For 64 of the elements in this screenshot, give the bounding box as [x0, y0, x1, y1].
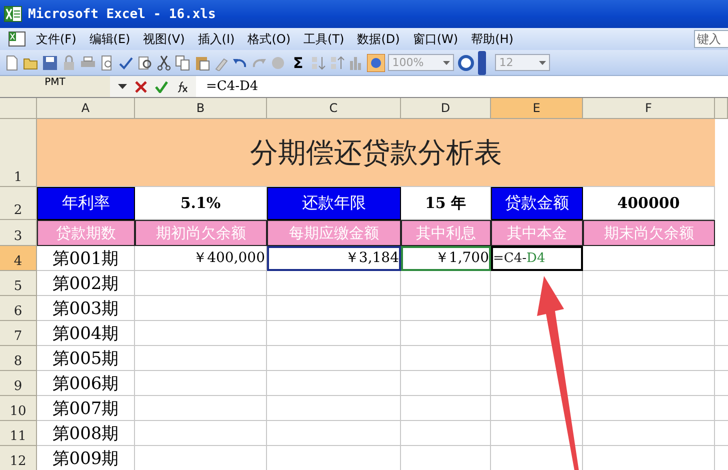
sheet-title: 分期偿还贷款分析表 [37, 119, 715, 187]
drawing-tool-icon[interactable] [367, 54, 386, 72]
row-header[interactable]: 8 [0, 346, 37, 371]
sort-descending-icon[interactable] [329, 54, 346, 70]
menu-item[interactable]: 编辑(E) [85, 30, 140, 48]
cancel-icon[interactable] [135, 80, 147, 92]
column-header[interactable]: E [491, 98, 583, 119]
caret-icon [539, 60, 546, 64]
autosum-button[interactable]: Σ [289, 54, 308, 72]
column-heading: 每期应缴金额 [267, 220, 401, 246]
menu-item[interactable]: 工具(T) [300, 30, 354, 48]
menu-item[interactable]: 插入(I) [194, 30, 244, 48]
row-header[interactable]: 5 [0, 271, 37, 296]
column-heading: 期初尚欠余额 [135, 220, 267, 246]
cell-editor[interactable]: =C4-D4 [491, 246, 583, 271]
column-heading: 贷款期数 [37, 220, 135, 246]
row-header[interactable]: 9 [0, 371, 37, 396]
scissors-icon[interactable] [156, 54, 172, 70]
column-heading: 其中利息 [401, 220, 491, 246]
spreadsheet-app-icon [4, 6, 22, 22]
save-icon[interactable] [42, 54, 58, 70]
row-header[interactable]: 3 [0, 220, 37, 246]
table-cell: ￥1,700 [401, 246, 491, 271]
menu-item[interactable]: 帮助(H) [467, 30, 522, 48]
row-header[interactable]: 4 [0, 246, 37, 271]
parameter-label: 贷款金额 [491, 187, 583, 220]
sort-ascending-icon[interactable] [310, 54, 326, 70]
menu-item[interactable]: 窗口(W) [408, 30, 468, 48]
help-search-field[interactable]: 键入 [694, 30, 728, 48]
row-header[interactable]: 12 [0, 446, 37, 470]
column-header[interactable]: D [401, 98, 491, 119]
row-header[interactable]: 7 [0, 321, 37, 346]
column-header[interactable]: C [267, 98, 401, 119]
research-icon[interactable] [137, 54, 153, 70]
parameter-label: 年利率 [37, 187, 135, 220]
copy-icon[interactable] [175, 54, 191, 70]
workbook-icon[interactable] [6, 30, 28, 48]
new-document-icon[interactable] [4, 54, 20, 70]
row-header[interactable]: 6 [0, 296, 37, 321]
checkmark-icon[interactable] [155, 80, 168, 92]
column-header[interactable]: F [583, 98, 715, 119]
menu-item[interactable]: 格式(O) [244, 30, 300, 48]
caret-icon[interactable] [118, 84, 127, 89]
parameter-label: 还款年限 [267, 187, 401, 220]
column-heading: 其中本金 [491, 220, 583, 246]
window-title: Microsoft Excel - 16.xls [28, 6, 216, 22]
menu-item[interactable]: 文件(F) [32, 30, 86, 48]
column-header[interactable]: A [37, 98, 135, 119]
row-header[interactable]: 1 [0, 119, 37, 187]
formula-input[interactable]: =C4-D4 [196, 76, 728, 97]
row-header[interactable]: 2 [0, 187, 37, 220]
row-header[interactable]: 11 [0, 421, 37, 446]
menu-item[interactable]: 数据(D) [353, 30, 409, 48]
column-heading: 期末尚欠余额 [583, 220, 715, 246]
spelling-icon[interactable] [118, 54, 134, 70]
table-cell: ￥3,184 [267, 246, 401, 271]
toolbar-options-button[interactable] [478, 50, 486, 74]
column-header[interactable]: B [135, 98, 267, 119]
name-box[interactable]: PMT [0, 76, 110, 97]
caret-icon [443, 60, 450, 64]
menu-item[interactable]: 视图(V) [139, 30, 194, 48]
clipboard-icon[interactable] [194, 54, 210, 70]
insert-function-icon[interactable] [176, 80, 188, 92]
row-header[interactable]: 10 [0, 396, 37, 421]
